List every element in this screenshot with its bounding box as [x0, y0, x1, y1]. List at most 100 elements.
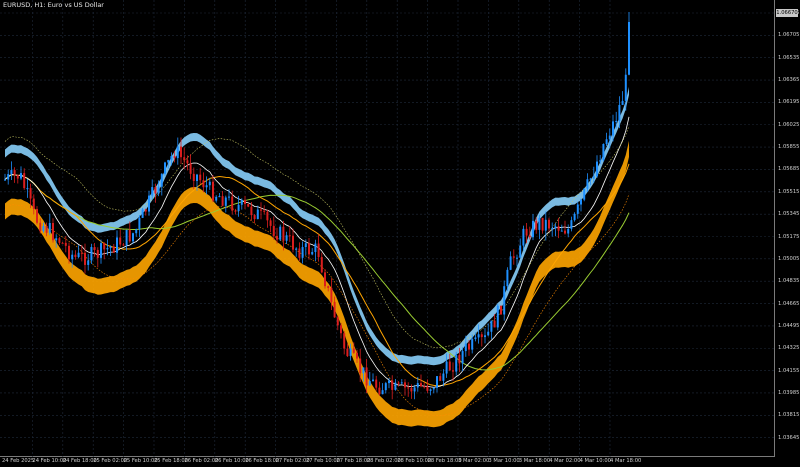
candle-body	[564, 230, 566, 234]
candle-body	[605, 139, 608, 145]
candle-body	[298, 248, 301, 258]
candle-body	[426, 386, 429, 391]
candle-body	[359, 358, 362, 374]
candle-body	[7, 174, 10, 180]
candle-body	[477, 334, 480, 338]
time-tick-label: 3 Mar 18:00	[518, 458, 551, 464]
candle-body	[317, 243, 320, 258]
candle-body	[138, 217, 141, 230]
candle-body	[186, 160, 189, 164]
price-tick-label: 1.04835	[778, 278, 800, 285]
candle-body	[592, 176, 595, 179]
candle-body	[183, 157, 186, 161]
candle-body	[4, 179, 6, 181]
candle-body	[199, 174, 202, 181]
candle-body	[234, 210, 237, 212]
candle-body	[474, 337, 477, 340]
candle-body	[218, 196, 221, 198]
candle-body	[608, 135, 611, 140]
candle-body	[596, 161, 598, 177]
candle-body	[378, 387, 381, 395]
price-tick-label: 1.05345	[778, 211, 800, 218]
candle-body	[557, 226, 560, 231]
time-tick-label: 26 Feb 02:00	[184, 458, 219, 464]
candle-body	[68, 245, 70, 260]
candle-body	[512, 256, 515, 258]
lower-band-fill	[5, 140, 629, 428]
candle-body	[276, 235, 278, 240]
candles	[4, 12, 630, 400]
time-tick-label: 25 Feb 18:00	[154, 458, 189, 464]
time-tick-label: 27 Feb 18:00	[336, 458, 371, 464]
candle-body	[535, 220, 538, 230]
time-axis[interactable]: 24 Feb 2025 24 Feb 10:00 24 Feb 18:00 25 Fe…	[0, 457, 775, 467]
candle-body	[471, 339, 474, 350]
candle-body	[493, 320, 496, 328]
time-tick-label: 27 Feb 02:00	[275, 458, 310, 464]
candle-body	[340, 325, 342, 334]
candle-body	[436, 376, 438, 388]
candle-body	[320, 257, 323, 273]
candle-body	[128, 229, 131, 242]
candle-body	[576, 204, 579, 214]
candle-body	[413, 387, 416, 392]
price-axis[interactable]: 1.068751.067051.065351.063651.061951.060…	[775, 0, 800, 457]
candle-body	[528, 235, 531, 238]
candle-body	[618, 104, 621, 121]
candle-body	[116, 237, 118, 253]
candle-body	[93, 246, 96, 250]
candle-body	[624, 74, 627, 101]
time-tick-label: 24 Feb 18:00	[62, 458, 97, 464]
candle-body	[509, 256, 512, 270]
candle-body	[548, 219, 550, 229]
price-tick-label: 1.04665	[778, 300, 800, 307]
candle-body	[458, 354, 461, 364]
candle-body	[36, 208, 38, 223]
candle-body	[285, 235, 288, 241]
price-tick-label: 1.04495	[778, 322, 800, 329]
candle-body	[29, 188, 32, 199]
chart-window[interactable]: EURUSD, H1: Euro vs US Dollar 1.068751.0…	[0, 0, 800, 467]
candle-body	[397, 382, 400, 384]
candle-body	[292, 235, 294, 250]
candle-body	[327, 286, 330, 288]
candle-body	[420, 383, 422, 387]
candle-body	[541, 217, 544, 231]
candle-body	[61, 242, 64, 244]
candle-body	[141, 209, 144, 218]
candle-body	[240, 199, 243, 205]
time-tick-label: 26 Feb 18:00	[245, 458, 280, 464]
price-tick-label: 1.05855	[778, 144, 800, 151]
candle-body	[391, 380, 394, 390]
candle-body	[125, 229, 128, 246]
current-price-tag: 1.06670	[776, 9, 798, 17]
candle-body	[196, 174, 198, 181]
candle-body	[148, 195, 150, 212]
candle-body	[224, 197, 227, 206]
candle-body	[119, 237, 122, 245]
candle-body	[352, 348, 355, 353]
candle-body	[237, 204, 240, 212]
candle-body	[496, 305, 499, 328]
candle-body	[170, 156, 173, 161]
candle-body	[468, 343, 470, 350]
candle-body	[522, 228, 525, 246]
candle-body	[106, 248, 109, 250]
candle-body	[253, 215, 256, 220]
candle-body	[612, 121, 614, 136]
price-chart[interactable]	[0, 0, 775, 457]
candle-body	[250, 206, 253, 216]
candle-body	[538, 217, 541, 230]
candle-body	[628, 22, 630, 75]
candle-body	[52, 223, 54, 241]
candle-body	[122, 244, 125, 246]
price-tick-label: 1.03815	[778, 412, 800, 419]
plot-area[interactable]: EURUSD, H1: Euro vs US Dollar	[0, 0, 775, 457]
candle-body	[288, 235, 291, 237]
candle-body	[176, 146, 179, 159]
candle-body	[519, 245, 522, 258]
candle-body	[71, 254, 74, 260]
candle-body	[45, 225, 48, 233]
candle-body	[260, 209, 262, 211]
candle-body	[400, 382, 403, 384]
